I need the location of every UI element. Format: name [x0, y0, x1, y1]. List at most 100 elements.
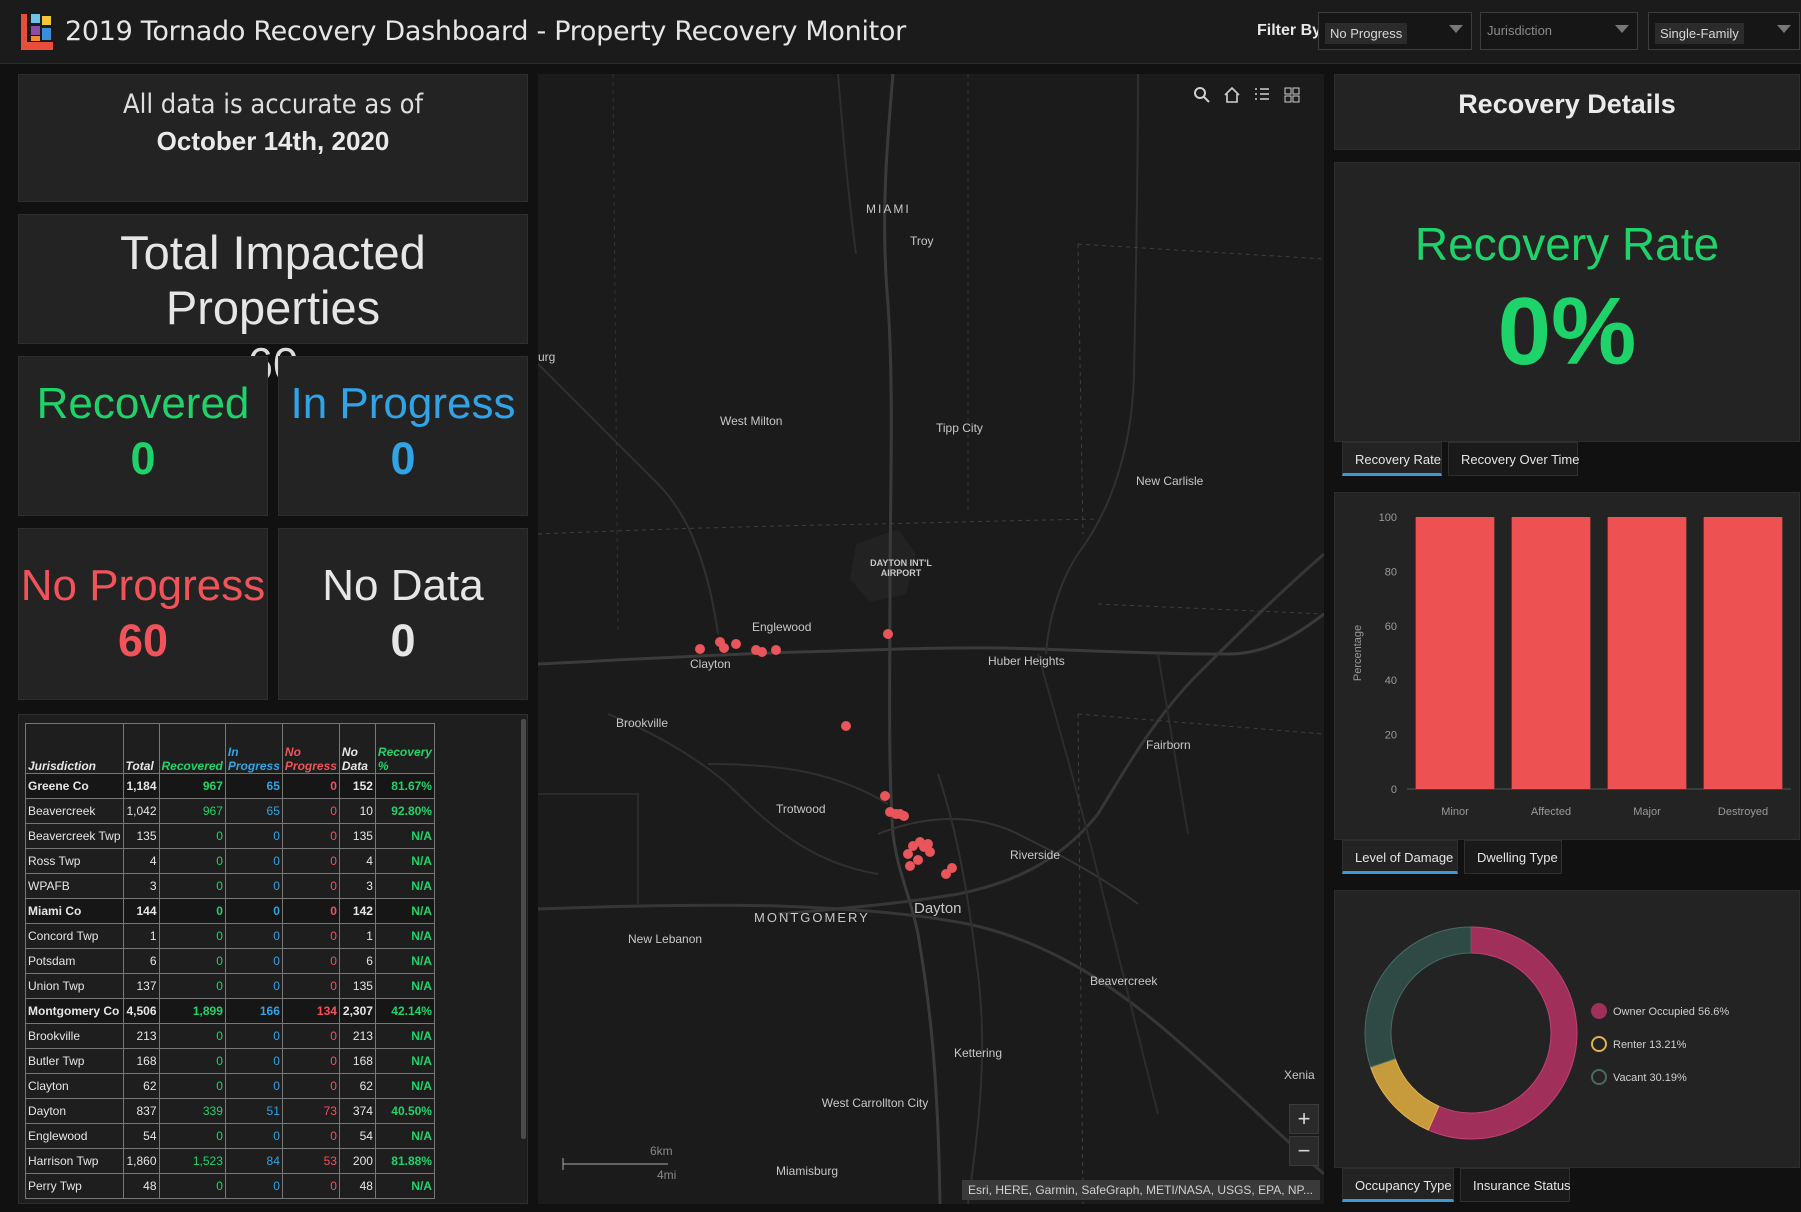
cell-no-progress: 0 [281, 1173, 340, 1199]
property-point[interactable] [695, 644, 705, 654]
donut-slice-owner-occupied[interactable] [1427, 926, 1578, 1140]
y-axis-label: Percentage [1352, 625, 1364, 681]
cell-no-progress: 0 [281, 773, 340, 799]
cell-no-data: 6 [338, 948, 376, 974]
jurisdiction-filter-select[interactable]: Jurisdiction [1480, 12, 1638, 50]
table-row: Butler Twp 168 0 0 0 168 N/A [25, 1048, 435, 1074]
tab-dwelling-type[interactable]: Dwelling Type [1464, 840, 1562, 874]
table-row: Dayton 837 339 51 73 374 40.50% [25, 1098, 435, 1124]
property-point[interactable] [913, 855, 923, 865]
cell-no-data: 168 [338, 1048, 376, 1074]
cell-no-data: 1 [338, 923, 376, 949]
cell-no-data: 62 [338, 1073, 376, 1099]
cell-in-progress: 84 [224, 1148, 283, 1174]
tab-occupancy-type[interactable]: Occupancy Type [1342, 1168, 1454, 1202]
cell-recovered: 339 [158, 1098, 226, 1124]
cell-total: 3 [122, 873, 160, 899]
scale-mi: 4mi [657, 1168, 677, 1182]
legend-label: Owner Occupied 56.6% [1613, 1006, 1729, 1018]
map-attribution[interactable]: Esri, HERE, Garmin, SafeGraph, METI/NASA… [962, 1180, 1320, 1200]
cell-no-data: 374 [338, 1098, 376, 1124]
property-point[interactable] [771, 645, 781, 655]
cell-recovered: 967 [158, 798, 226, 824]
property-point[interactable] [947, 863, 957, 873]
cell-in-progress: 0 [224, 898, 283, 924]
bar-minor[interactable] [1415, 517, 1495, 789]
chevron-down-icon [1615, 25, 1629, 33]
property-point[interactable] [925, 847, 935, 857]
table-row: Englewood 54 0 0 0 54 N/A [25, 1123, 435, 1149]
zoom-out-button[interactable]: − [1289, 1136, 1319, 1166]
property-point[interactable] [719, 643, 729, 653]
map-view[interactable]: MIAMI Troy West Milton Tipp City New Car… [538, 74, 1324, 1204]
status-filter-value: No Progress [1325, 23, 1408, 44]
recovery-details-title: Recovery Details [1458, 89, 1676, 119]
recovered-value: 0 [130, 433, 156, 484]
no-progress-label: No Progress [20, 561, 266, 610]
search-icon[interactable] [1193, 86, 1223, 116]
asof-date: October 14th, 2020 [156, 126, 390, 156]
map-label-west-milton: West Milton [720, 414, 783, 428]
property-point[interactable] [731, 639, 741, 649]
map-label-englewood: Englewood [752, 620, 812, 634]
table-row: Beavercreek Twp 135 0 0 0 135 N/A [25, 823, 435, 849]
property-point[interactable] [899, 811, 909, 821]
county-boundary [538, 518, 1099, 535]
map-label-dayton: Dayton [914, 900, 962, 917]
property-point[interactable] [757, 647, 767, 657]
cell-in-progress: 0 [224, 1173, 283, 1199]
donut-slice-vacant[interactable] [1364, 926, 1472, 1068]
table-row: Potsdam 6 0 0 0 6 N/A [25, 948, 435, 974]
cell-no-progress: 0 [281, 1023, 340, 1049]
cell-in-progress: 0 [224, 823, 283, 849]
property-point[interactable] [883, 629, 893, 639]
status-filter-select[interactable]: No Progress [1318, 12, 1472, 50]
jurisdiction-table: Jurisdiction Total Recovered In Progress… [25, 723, 435, 1199]
tab-recovery-rate[interactable]: Recovery Rate [1342, 442, 1442, 476]
cell-no-data: 54 [338, 1123, 376, 1149]
cell-recovered: 0 [158, 848, 226, 874]
donut-slice-renter[interactable] [1369, 1057, 1440, 1131]
property-point[interactable] [841, 721, 851, 731]
table-row: Brookville 213 0 0 0 213 N/A [25, 1023, 435, 1049]
cell-name: Beavercreek Twp [25, 823, 124, 849]
jurisdiction-filter-placeholder: Jurisdiction [1487, 23, 1553, 38]
cell-no-data: 213 [338, 1023, 376, 1049]
cell-in-progress: 0 [224, 873, 283, 899]
map-label-riverside: Riverside [1010, 848, 1061, 862]
cell-in-progress: 51 [224, 1098, 283, 1124]
legend-icon[interactable] [1253, 86, 1283, 116]
cell-name: Harrison Twp [25, 1148, 124, 1174]
app-logo [21, 14, 53, 50]
dwelling-filter-select[interactable]: Single-Family [1648, 12, 1800, 50]
cell-total: 837 [122, 1098, 160, 1124]
scale-km: 6km [650, 1144, 673, 1158]
tab-level-of-damage[interactable]: Level of Damage [1342, 840, 1458, 874]
cell-name: Dayton [25, 1098, 124, 1124]
tab-insurance-status[interactable]: Insurance Status [1460, 1168, 1571, 1202]
map-label-montgomery: MONTGOMERY [754, 910, 870, 925]
map-label-xenia: Xenia [1284, 1068, 1315, 1082]
asof-panel: All data is accurate as of October 14th,… [18, 74, 528, 202]
property-points [695, 629, 957, 879]
zoom-in-button[interactable]: + [1289, 1104, 1319, 1134]
cell-no-data: 4 [338, 848, 376, 874]
cell-name: Miami Co [25, 898, 124, 924]
cell-no-progress: 0 [281, 1123, 340, 1149]
property-point[interactable] [880, 791, 890, 801]
tab-recovery-over-time[interactable]: Recovery Over Time [1448, 442, 1579, 476]
bar-destroyed[interactable] [1703, 517, 1783, 789]
property-point[interactable] [905, 861, 915, 871]
table-scrollbar[interactable] [521, 719, 526, 1139]
bar-affected[interactable] [1511, 517, 1591, 789]
cell-recovered: 1,523 [158, 1148, 226, 1174]
table-row: WPAFB 3 0 0 0 3 N/A [25, 873, 435, 899]
map-label-miami: MIAMI [866, 202, 911, 216]
home-icon[interactable] [1223, 86, 1253, 116]
cell-recovery-pct: 40.50% [374, 1098, 435, 1124]
basemap-gallery-icon[interactable] [1283, 86, 1313, 116]
cell-total: 137 [122, 973, 160, 999]
bar-major[interactable] [1607, 517, 1687, 789]
map-label-new-lebanon: New Lebanon [628, 932, 703, 946]
cell-no-data: 10 [338, 798, 376, 824]
